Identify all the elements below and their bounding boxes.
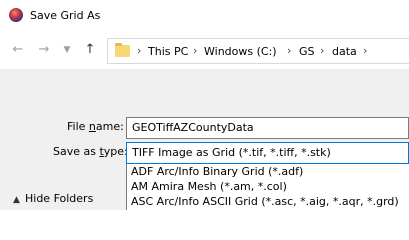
back-icon[interactable]: ← xyxy=(9,41,27,59)
save-type-select[interactable]: TIFF Image as Grid (*.tif, *.tiff, *.stk… xyxy=(126,142,409,164)
save-type-label: Save as type: xyxy=(53,145,128,158)
breadcrumb-separator: › xyxy=(363,44,368,57)
dropdown-option[interactable]: ASC Arc/Info ASCII Grid (*.asc, *.aig, *… xyxy=(127,194,409,209)
app-icon xyxy=(9,8,23,22)
title-bar: Save Grid As xyxy=(0,0,409,31)
hide-folders-button[interactable]: ▲ Hide Folders xyxy=(13,192,93,205)
breadcrumb-separator: › xyxy=(193,44,198,57)
window-title: Save Grid As xyxy=(30,9,101,22)
address-bar[interactable]: › This PC › Windows (C:) › GS › data › xyxy=(107,38,409,64)
breadcrumb-separator: › xyxy=(320,44,325,57)
dropdown-option[interactable]: AM Amira Mesh (*.am, *.col) xyxy=(127,179,409,194)
forward-icon[interactable]: → xyxy=(35,41,53,59)
dialog-body: File name: GEOTiffAZCountyData Save as t… xyxy=(0,69,409,210)
filename-label: File name: xyxy=(67,120,124,133)
filename-input[interactable]: GEOTiffAZCountyData xyxy=(126,117,409,139)
breadcrumb-separator: › xyxy=(287,44,292,57)
breadcrumb-data[interactable]: data xyxy=(332,45,357,58)
dropdown-option[interactable]: ADF Arc/Info Binary Grid (*.adf) xyxy=(127,164,409,179)
chevron-up-icon: ▲ xyxy=(13,195,20,205)
breadcrumb-separator: › xyxy=(137,44,142,57)
recent-locations-chevron-down-icon[interactable]: ▼ xyxy=(58,41,76,59)
hide-folders-label: Hide Folders xyxy=(25,192,94,205)
up-icon[interactable]: ↑ xyxy=(81,41,99,59)
breadcrumb-windows-c[interactable]: Windows (C:) xyxy=(204,45,277,58)
breadcrumb-gs[interactable]: GS xyxy=(299,45,315,58)
save-type-dropdown-list: ADF Arc/Info Binary Grid (*.adf) AM Amir… xyxy=(126,164,409,210)
folder-icon xyxy=(115,43,130,57)
breadcrumb-this-pc[interactable]: This PC xyxy=(148,45,188,58)
navigation-bar: ← → ▼ ↑ › This PC › Windows (C:) › GS › … xyxy=(0,31,409,69)
